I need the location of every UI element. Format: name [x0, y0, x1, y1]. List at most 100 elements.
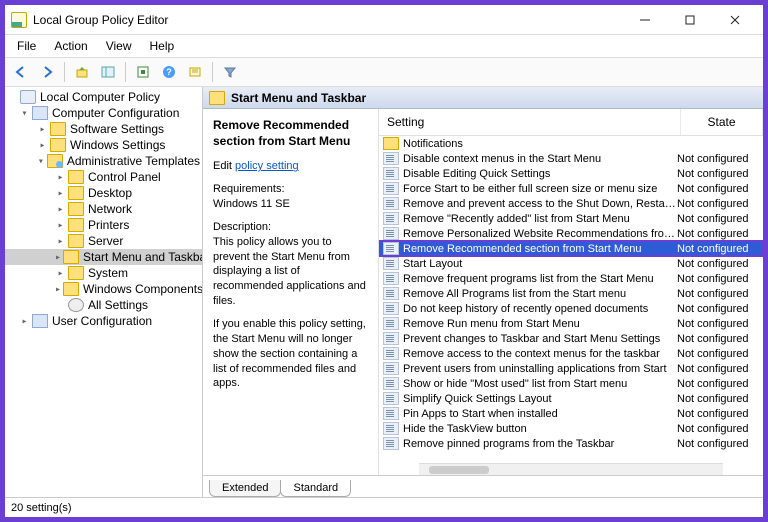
folder-icon: [68, 170, 84, 184]
setting-row[interactable]: Prevent users from uninstalling applicat…: [379, 361, 763, 376]
properties-button[interactable]: [183, 60, 207, 84]
folder-icon: [68, 266, 84, 280]
setting-row[interactable]: Show or hide "Most used" list from Start…: [379, 376, 763, 391]
policy-icon: [383, 362, 399, 375]
close-button[interactable]: [712, 5, 757, 35]
tree-item[interactable]: ▸Control Panel: [5, 169, 202, 185]
list-folder-notifications[interactable]: Notifications: [379, 136, 763, 151]
setting-row[interactable]: Remove pinned programs from the TaskbarN…: [379, 436, 763, 451]
menu-help[interactable]: Help: [142, 37, 183, 55]
setting-row[interactable]: Remove "Recently added" list from Start …: [379, 211, 763, 226]
tree-item[interactable]: ▸System: [5, 265, 202, 281]
setting-row[interactable]: Disable Editing Quick SettingsNot config…: [379, 166, 763, 181]
tree-computer-configuration[interactable]: ▾Computer Configuration: [5, 105, 202, 121]
detail-title: Remove Recommended section from Start Me…: [213, 117, 368, 149]
tree-software-settings[interactable]: ▸Software Settings: [5, 121, 202, 137]
maximize-button[interactable]: [667, 5, 712, 35]
setting-row[interactable]: Remove access to the context menus for t…: [379, 346, 763, 361]
policy-icon: [383, 317, 399, 330]
setting-row[interactable]: Force Start to be either full screen siz…: [379, 181, 763, 196]
view-tabs: Extended Standard: [203, 475, 763, 497]
navigation-tree[interactable]: Local Computer Policy ▾Computer Configur…: [5, 87, 203, 497]
status-bar: 20 setting(s): [5, 497, 763, 517]
setting-row[interactable]: Start LayoutNot configured: [379, 256, 763, 271]
svg-text:?: ?: [166, 67, 172, 77]
edit-policy-link[interactable]: policy setting: [235, 160, 299, 172]
policy-icon: [383, 197, 399, 210]
column-setting[interactable]: Setting: [379, 109, 681, 135]
policy-icon: [383, 212, 399, 225]
tree-item[interactable]: ▸Printers: [5, 217, 202, 233]
up-button[interactable]: [70, 60, 94, 84]
setting-row[interactable]: Remove and prevent access to the Shut Do…: [379, 196, 763, 211]
setting-row[interactable]: Disable context menus in the Start MenuN…: [379, 151, 763, 166]
tree-item[interactable]: ▸Start Menu and Taskbar: [5, 249, 202, 265]
policy-icon: [383, 332, 399, 345]
setting-row[interactable]: Remove Run menu from Start MenuNot confi…: [379, 316, 763, 331]
policy-icon: [383, 302, 399, 315]
tree-item[interactable]: ▸Windows Components: [5, 281, 202, 297]
policy-icon: [383, 287, 399, 300]
toolbar: ?: [5, 57, 763, 87]
separator: [64, 62, 65, 82]
separator: [212, 62, 213, 82]
forward-button[interactable]: [35, 60, 59, 84]
details-pane: Remove Recommended section from Start Me…: [203, 109, 379, 475]
policy-icon: [383, 392, 399, 405]
folder-icon: [68, 234, 84, 248]
menu-file[interactable]: File: [9, 37, 44, 55]
status-text: 20 setting(s): [11, 502, 72, 514]
tree-administrative-templates[interactable]: ▾Administrative Templates: [5, 153, 202, 169]
setting-row[interactable]: Hide the TaskView buttonNot configured: [379, 421, 763, 436]
window-title: Local Group Policy Editor: [33, 13, 622, 27]
column-state[interactable]: State: [681, 109, 763, 135]
policy-icon: [383, 347, 399, 360]
folder-icon: [47, 154, 63, 168]
setting-row[interactable]: Remove Recommended section from Start Me…: [379, 241, 763, 256]
policy-icon: [383, 437, 399, 450]
setting-row[interactable]: Remove Personalized Website Recommendati…: [379, 226, 763, 241]
column-headers: Setting State: [379, 109, 763, 136]
tree-item[interactable]: ▸Server: [5, 233, 202, 249]
folder-icon: [68, 186, 84, 200]
menu-view[interactable]: View: [98, 37, 140, 55]
setting-row[interactable]: Simplify Quick Settings LayoutNot config…: [379, 391, 763, 406]
settings-list[interactable]: Notifications Disable context menus in t…: [379, 136, 763, 463]
back-button[interactable]: [9, 60, 33, 84]
policy-icon: [383, 257, 399, 270]
folder-icon: [50, 122, 66, 136]
refresh-button[interactable]: [131, 60, 155, 84]
policy-icon: [383, 407, 399, 420]
tree-root[interactable]: Local Computer Policy: [5, 89, 202, 105]
setting-row[interactable]: Pin Apps to Start when installedNot conf…: [379, 406, 763, 421]
config-icon: [32, 106, 48, 120]
show-hide-tree-button[interactable]: [96, 60, 120, 84]
folder-icon: [68, 218, 84, 232]
tree-windows-settings[interactable]: ▸Windows Settings: [5, 137, 202, 153]
policy-icon: [383, 377, 399, 390]
path-bar: Start Menu and Taskbar: [203, 87, 763, 109]
menu-bar: File Action View Help: [5, 35, 763, 57]
policy-icon: [383, 422, 399, 435]
folder-icon: [63, 250, 79, 264]
tree-item[interactable]: All Settings: [5, 297, 202, 313]
minimize-button[interactable]: [622, 5, 667, 35]
filter-button[interactable]: [218, 60, 242, 84]
tab-standard[interactable]: Standard: [280, 480, 351, 497]
tree-item[interactable]: ▸Desktop: [5, 185, 202, 201]
help-button[interactable]: ?: [157, 60, 181, 84]
menu-action[interactable]: Action: [46, 37, 95, 55]
root-icon: [20, 90, 36, 104]
setting-row[interactable]: Prevent changes to Taskbar and Start Men…: [379, 331, 763, 346]
setting-row[interactable]: Remove frequent programs list from the S…: [379, 271, 763, 286]
setting-row[interactable]: Do not keep history of recently opened d…: [379, 301, 763, 316]
horizontal-scrollbar[interactable]: [419, 463, 723, 475]
tree-user-configuration[interactable]: ▸User Configuration: [5, 313, 202, 329]
path-text: Start Menu and Taskbar: [231, 91, 366, 105]
tab-extended[interactable]: Extended: [209, 480, 281, 497]
folder-icon: [63, 282, 79, 296]
tree-item[interactable]: ▸Network: [5, 201, 202, 217]
policy-icon: [383, 182, 399, 195]
setting-row[interactable]: Remove All Programs list from the Start …: [379, 286, 763, 301]
config-icon: [32, 314, 48, 328]
